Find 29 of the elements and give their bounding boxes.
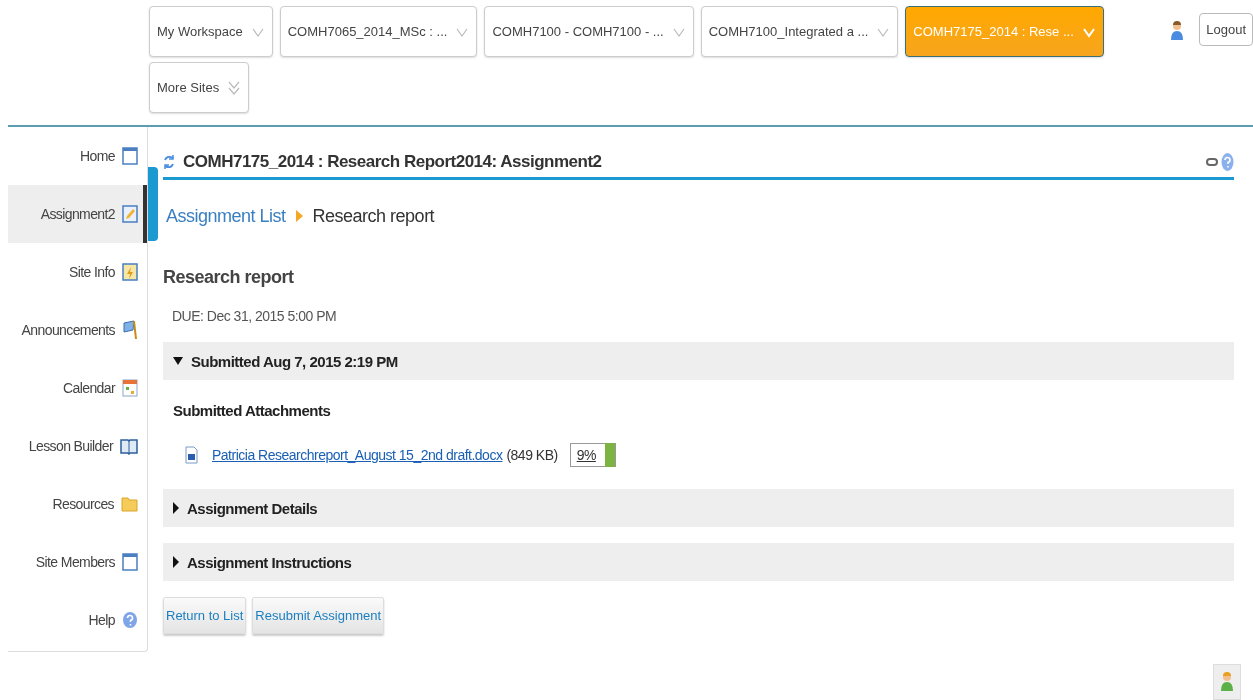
site-tab[interactable]: My Workspace	[149, 6, 273, 57]
tool-menu-item[interactable]: Help	[8, 591, 147, 649]
section-header[interactable]: Assignment Instructions	[163, 543, 1234, 581]
action-button[interactable]: Return to List	[163, 597, 247, 634]
due-date: DUE: Dec 31, 2015 5:00 PM	[171, 308, 338, 324]
tool-menu-item[interactable]: Home	[8, 127, 147, 185]
attachment-link[interactable]: Patricia Researchreport_August 15_2nd draft.docx	[212, 447, 503, 463]
assignment-heading: Research report	[163, 266, 295, 288]
tool-menu-item[interactable]: Calendar	[8, 359, 147, 417]
site-tab[interactable]: COMH7065_2014_MSc : ...	[279, 6, 478, 57]
attachments-heading: Submitted Attachments	[173, 402, 332, 419]
tool-menu-item[interactable]: Assignment2	[8, 185, 147, 243]
tool-menu-item[interactable]: Resources	[8, 475, 147, 533]
site-tab[interactable]: COMH7100_Integrated a ...	[700, 6, 899, 57]
section-header[interactable]: Submitted Aug 7, 2015 2:19 PM	[163, 342, 1234, 380]
breadcrumb-link[interactable]: Assignment List	[166, 205, 286, 227]
tool-menu-item[interactable]: Site Info	[8, 243, 147, 301]
tool-menu-item[interactable]: Lesson Builder	[8, 417, 147, 475]
site-tab[interactable]: COMH7100 - COMH7100 - ...	[484, 6, 694, 57]
logout-button[interactable]: Logout	[1199, 13, 1253, 46]
breadcrumb-current: Research report	[312, 205, 435, 227]
file-size: (849 KB)	[506, 447, 558, 463]
action-button[interactable]: Resubmit Assignment	[252, 597, 385, 634]
tool-menu-item[interactable]: Site Members	[8, 533, 147, 591]
section-header[interactable]: Assignment Details	[163, 489, 1234, 527]
tool-menu-item[interactable]: Announcements	[8, 301, 147, 359]
tool-title: COMH7175_2014 : Research Report2014: Assignment2	[183, 151, 602, 172]
similarity-score[interactable]: 9%	[569, 443, 616, 467]
more-sites-button[interactable]: More Sites	[149, 62, 250, 113]
